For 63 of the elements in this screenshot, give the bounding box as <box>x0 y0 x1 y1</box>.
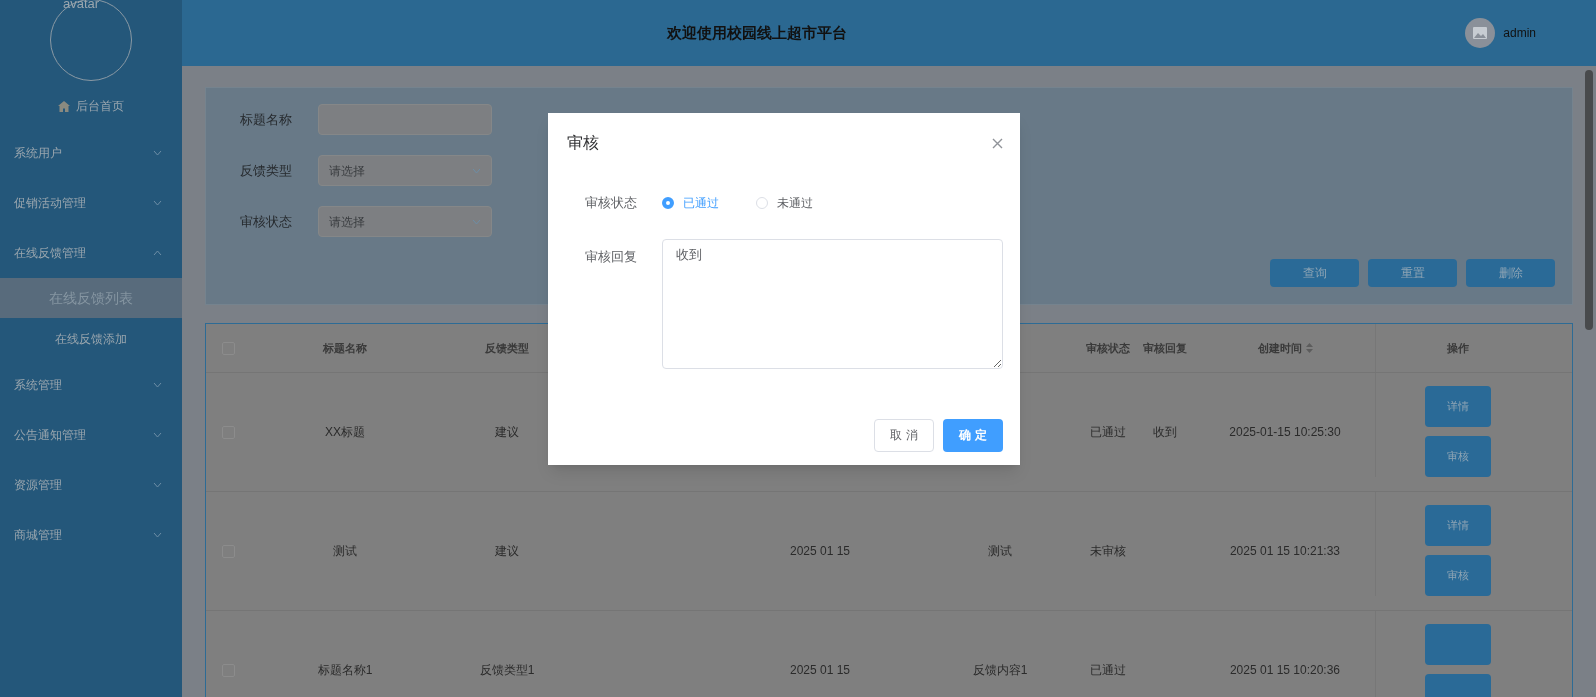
column-header: 创建时间 <box>1257 340 1302 356</box>
field-label: 审核状态 <box>585 194 638 212</box>
sidebar-menu-item[interactable]: 在线反馈管理 <box>0 228 182 278</box>
sidebar-menu-item[interactable]: 系统用户 <box>0 128 182 178</box>
submenu-item[interactable]: 在线反馈添加 <box>0 318 182 360</box>
home-icon <box>58 100 70 112</box>
column-header: 审核状态 <box>1085 340 1130 356</box>
table-cell-text: 建议 <box>495 424 519 441</box>
table-cell-text: 已通过 <box>1089 662 1126 679</box>
field-label: 审核回复 <box>585 247 638 266</box>
column-header: 审核回复 <box>1143 340 1187 356</box>
reply-field[interactable]: 收到 <box>662 238 1003 369</box>
radio-option[interactable]: 未通过 <box>756 193 813 212</box>
chevron-down-icon <box>472 218 481 225</box>
avatar-icon <box>1465 18 1496 48</box>
home-menu-item[interactable]: 后台首页 <box>0 84 182 128</box>
column-header: 标题名称 <box>323 340 367 356</box>
table-cell-text: 2025-01-15 10:25:30 <box>1229 424 1341 441</box>
sidebar-menu-item[interactable]: 商城管理 <box>0 510 182 560</box>
select-field[interactable]: 请选择 <box>318 155 492 186</box>
radio-option[interactable]: 已通过 <box>662 193 719 212</box>
table-cell-text: 反馈内容1 <box>972 662 1028 679</box>
sidebar-menu-item[interactable]: 公告通知管理 <box>0 410 182 460</box>
table-cell-text: 测试 <box>333 543 357 560</box>
close-icon[interactable] <box>992 137 1003 149</box>
avatar-alt-text: avatar <box>63 0 100 13</box>
dialog-title: 审核 <box>567 133 599 153</box>
user-name: admin <box>1503 25 1536 42</box>
sort-icon[interactable] <box>1305 343 1313 353</box>
filter-label: 审核状态 <box>240 212 293 231</box>
cancel-button[interactable]: 取 消 <box>874 418 934 452</box>
filter-button[interactable]: 删除 <box>1466 259 1555 287</box>
table-cell-text: 收到 <box>1153 424 1177 441</box>
action-button[interactable]: 详情 <box>1425 505 1491 546</box>
table-cell-text: 已通过 <box>1089 424 1126 441</box>
filter-button[interactable]: 重置 <box>1368 259 1457 287</box>
select-field[interactable]: 请选择 <box>318 206 492 237</box>
filter-button[interactable]: 查询 <box>1270 259 1359 287</box>
action-button[interactable]: 审核 <box>1425 436 1491 477</box>
table-cell-text: 测试 <box>988 543 1012 560</box>
table-cell-text: 2025 01 15 10:20:36 <box>1229 662 1341 679</box>
confirm-button[interactable]: 确 定 <box>943 418 1003 452</box>
sidebar-menu-item[interactable]: 资源管理 <box>0 460 182 510</box>
table-cell-text: 未审核 <box>1089 543 1126 560</box>
table-cell-text: 2025 01 15 <box>789 543 851 560</box>
page-title: 欢迎使用校园线上超市平台 <box>667 22 847 43</box>
action-button[interactable]: 详情 <box>1425 386 1491 427</box>
filter-label: 反馈类型 <box>240 161 293 180</box>
action-button[interactable] <box>1425 624 1491 665</box>
column-header: 操作 <box>1447 340 1469 356</box>
table-cell-text: 建议 <box>495 543 519 560</box>
table-cell-text: 反馈类型1 <box>479 662 535 679</box>
table-cell-text: 标题名称1 <box>317 662 373 679</box>
filter-label: 标题名称 <box>240 110 293 129</box>
sidebar-menu-item[interactable]: 系统管理 <box>0 360 182 410</box>
sidebar-menu-item[interactable]: 促销活动管理 <box>0 178 182 228</box>
text-field[interactable] <box>318 104 492 135</box>
column-header: 反馈类型 <box>485 340 529 356</box>
chevron-down-icon <box>472 167 481 174</box>
action-button[interactable]: 审核 <box>1425 555 1491 596</box>
table-cell-text: XX标题 <box>325 424 365 441</box>
table-cell-text: 2025 01 15 10:21:33 <box>1229 543 1341 560</box>
table-cell-text: 2025 01 15 <box>789 662 851 679</box>
